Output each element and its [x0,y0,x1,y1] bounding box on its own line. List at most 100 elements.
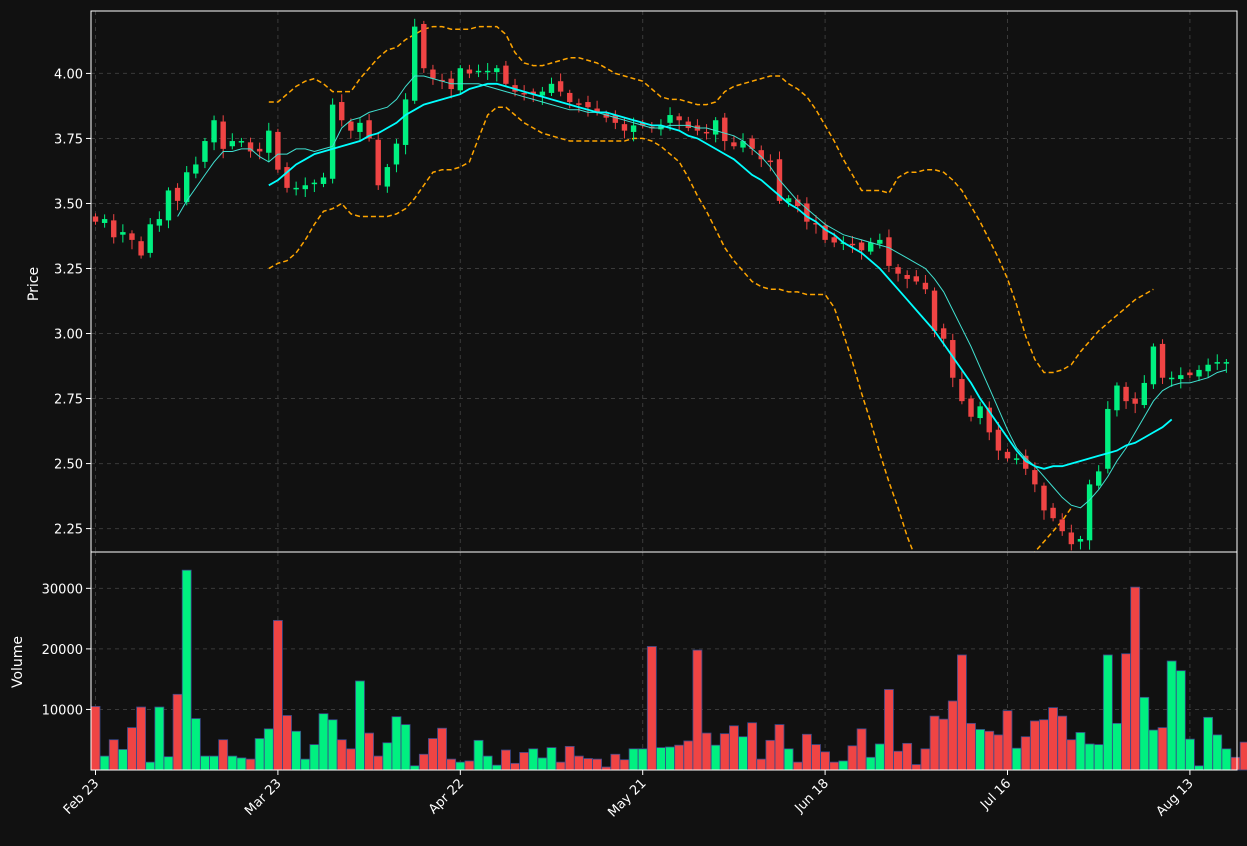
volume-bar [619,759,630,771]
volume-bar [254,738,265,771]
candle-body [877,239,883,244]
volume-bar [829,761,840,771]
candle-body [393,143,400,165]
volume-y-tick-label: 30000 [42,582,83,597]
volume-bar [1212,734,1223,771]
volume-bar [592,758,602,771]
candle-body [995,429,1002,451]
volume-bar [236,757,247,771]
volume-bar [227,755,238,771]
volume-bar [1157,727,1168,771]
volume-bar [519,752,530,771]
volume-bar [172,693,183,771]
price-y-tick-label: 2.50 [54,458,83,473]
candle-body [1178,375,1184,380]
volume-bar [437,727,447,771]
candle-body [1132,398,1138,404]
candle-body [922,282,929,290]
candle-body [539,91,546,96]
candle-body [1141,382,1147,406]
candle-body [767,160,774,163]
candle-body [858,242,865,251]
candle-body [1196,369,1202,377]
volume-bar [1139,696,1150,771]
price-y-tick-label: 4.00 [54,67,83,82]
volume-bar [218,739,229,771]
volume-bar [947,700,958,771]
price-y-tick-label: 3.00 [54,328,83,343]
volume-bar [966,722,976,771]
volume-bar [546,747,557,771]
candle-body [111,220,117,238]
volume-axis-label: Volume [10,636,26,688]
candle-body [585,102,591,108]
volume-bar [683,740,694,771]
volume-bar [336,739,347,771]
volume-bar [537,757,548,771]
volume-bar [1130,586,1141,771]
volume-bar [583,758,593,771]
volume-bar [1239,741,1247,771]
price-y-tick-label: 3.25 [54,262,83,277]
volume-bar [282,715,292,771]
volume-bar [1029,720,1040,771]
volume-bar [847,745,858,771]
candle-body [430,69,436,79]
candle-body [1105,408,1111,469]
candle-body [1032,470,1038,485]
candle-body [256,148,263,152]
candle-body [886,237,892,266]
volume-bar [446,758,457,771]
volume-bar [1002,710,1013,771]
volume-bar [373,755,384,771]
candle-body [348,121,354,131]
candle-body [484,70,491,73]
volume-bar [957,654,967,771]
candle-body [895,267,901,274]
volume-bar [911,764,922,771]
volume-bar [309,744,320,771]
volume-bar [364,732,375,771]
volume-bar [984,730,995,771]
candle-body [1086,484,1093,541]
candle-body [375,139,381,186]
volume-bar [811,744,821,771]
volume-bar [300,758,311,771]
volume-bar [729,725,739,771]
volume-bar [865,756,876,771]
candle-body [1004,451,1011,459]
volume-bar [263,728,274,771]
candle-body [138,241,144,256]
volume-bar [573,755,584,771]
volume-bar [938,718,949,771]
candle-body [521,92,527,95]
candle-body [293,187,299,190]
candle-body [129,233,135,240]
volume-bar [245,758,256,771]
volume-bar [500,749,511,771]
volume-y-tick-label: 10000 [42,703,83,718]
candle-body [475,70,482,73]
volume-bar [792,761,803,771]
volume-bar [1121,653,1131,771]
volume-bar [190,718,201,771]
volume-bar [1194,765,1204,771]
volume-bar [1039,719,1049,771]
candle-body [165,190,172,221]
volume-bar [117,749,128,771]
price-y-tick-label: 2.75 [54,393,83,408]
price-axis-label: Price [26,267,42,301]
volume-bar [719,733,730,771]
volume-bar [646,646,657,771]
chart-figure: 2.25 2.50 2.75 3.00 3.25 3.50 3.75 4.00 10000 200… [0,0,1247,842]
candle-body [731,142,737,147]
volume-bar [656,747,666,771]
volume-bar [801,733,812,771]
volume-bar [1075,732,1086,771]
volume-bar [1048,707,1058,771]
volume-bar [528,748,539,771]
volume-bar [893,750,903,771]
volume-bar [710,744,721,771]
candle-body [804,203,810,222]
volume-bar [783,748,794,771]
